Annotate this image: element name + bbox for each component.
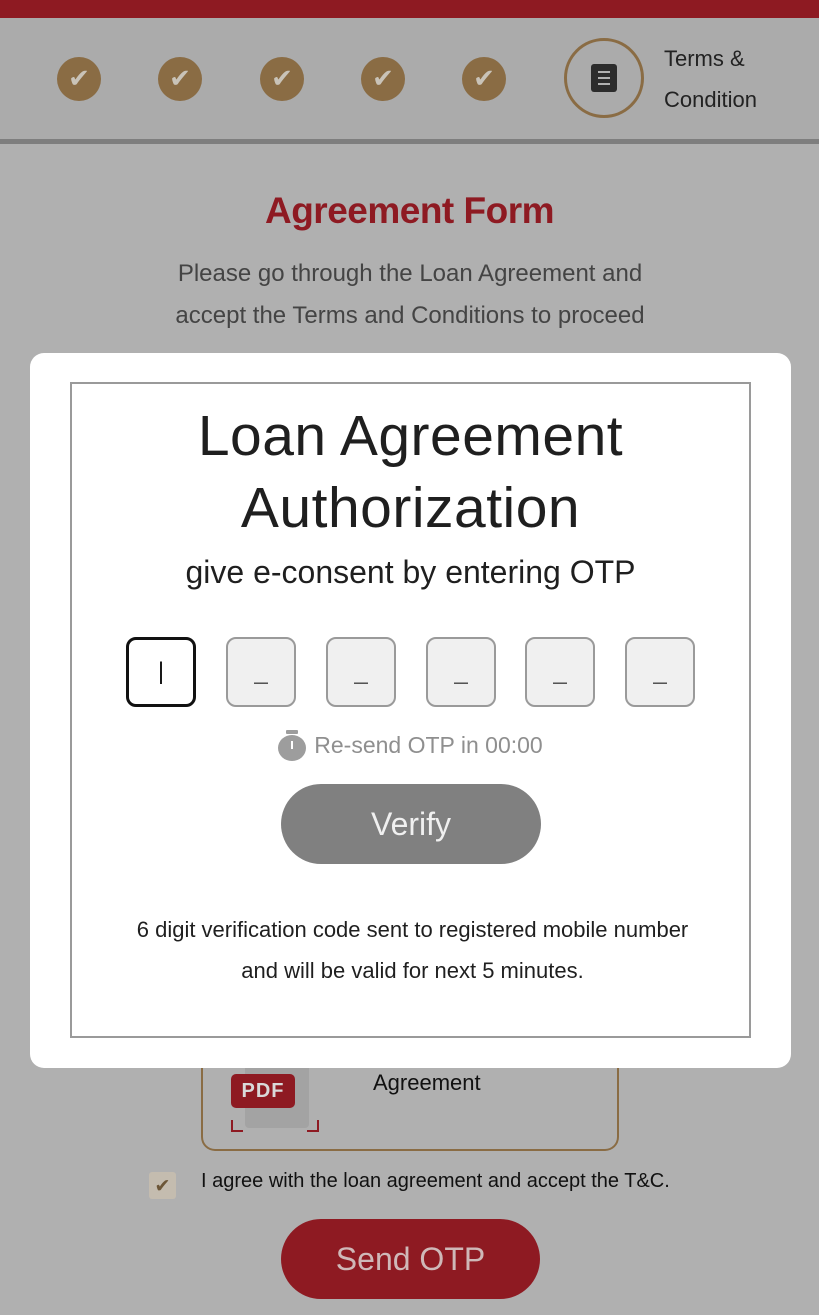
document-list-icon [591, 64, 617, 92]
otp-input-group: | _ _ _ _ _ [126, 637, 696, 707]
otp-modal: Loan Agreement Authorization give e-cons… [30, 353, 791, 1068]
top-bar [0, 0, 819, 18]
send-otp-button[interactable]: Send OTP [281, 1219, 540, 1299]
otp-validity-note-line1: 6 digit verification code sent to regist… [136, 917, 689, 942]
page-subtitle: Please go through the Loan Agreement and… [110, 253, 710, 337]
otp-modal-frame: Loan Agreement Authorization give e-cons… [70, 382, 751, 1038]
otp-digit-4[interactable]: _ [426, 637, 496, 707]
current-step-label-line2: Condition [664, 87, 757, 112]
current-step-label: Terms & Condition [664, 38, 757, 120]
resend-otp-row: Re-send OTP in 00:00 [72, 730, 749, 761]
otp-validity-note: 6 digit verification code sent to regist… [92, 909, 733, 991]
modal-title-line1: Loan Agreement [197, 404, 624, 468]
otp-digit-6[interactable]: _ [625, 637, 695, 707]
otp-digit-3[interactable]: _ [326, 637, 396, 707]
verify-button[interactable]: Verify [281, 784, 541, 864]
pdf-label: Agreement [373, 1070, 481, 1095]
step-1-complete-icon: ✔ [57, 57, 101, 101]
modal-title: Loan Agreement Authorization [72, 400, 749, 544]
page-subtitle-line2: accept the Terms and Conditions to proce… [175, 302, 645, 329]
current-step-label-line1: Terms & [664, 46, 745, 71]
agree-label: I agree with the loan agreement and acce… [201, 1170, 670, 1192]
progress-stepper: ✔ ✔ ✔ ✔ ✔ Terms & Condition [0, 18, 819, 144]
resend-otp-link[interactable]: Re-send OTP in 00:00 [314, 732, 542, 759]
otp-digit-5[interactable]: _ [525, 637, 595, 707]
agree-checkbox[interactable]: ✔ [149, 1172, 176, 1199]
step-current-terms [564, 38, 644, 118]
step-3-complete-icon: ✔ [260, 57, 304, 101]
corner-bracket-icon [231, 1120, 243, 1132]
otp-digit-1[interactable]: | [126, 637, 196, 707]
stopwatch-icon [278, 730, 307, 761]
checkmark-icon: ✔ [154, 1174, 171, 1197]
pdf-icon: PDF [231, 1074, 295, 1108]
step-2-complete-icon: ✔ [158, 57, 202, 101]
step-5-complete-icon: ✔ [462, 57, 506, 101]
otp-validity-note-line2: and will be valid for next 5 minutes. [241, 958, 584, 983]
page-title: Agreement Form [264, 190, 555, 231]
modal-title-line2: Authorization [240, 476, 581, 540]
step-4-complete-icon: ✔ [361, 57, 405, 101]
page-subtitle-line1: Please go through the Loan Agreement and [177, 260, 643, 287]
corner-bracket-icon [307, 1120, 319, 1132]
otp-digit-2[interactable]: _ [226, 637, 296, 707]
modal-subtitle: give e-consent by entering OTP [185, 554, 636, 590]
